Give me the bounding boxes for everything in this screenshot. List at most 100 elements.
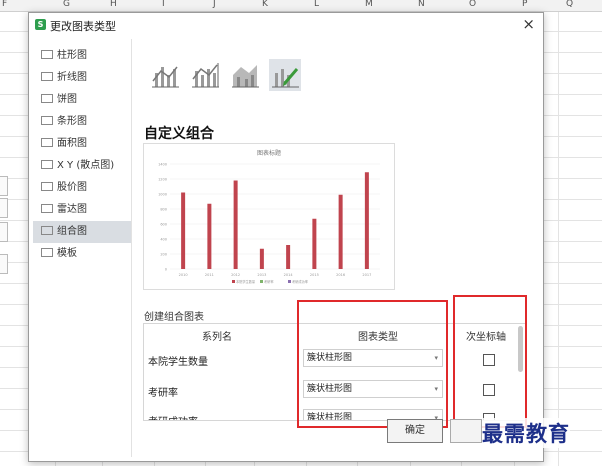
chart-type-item-scatter[interactable]: X Y (散点图) bbox=[33, 155, 131, 177]
chart-type-item-pie[interactable]: 饼图 bbox=[33, 89, 131, 111]
series-name: 考研成功率 bbox=[148, 413, 198, 420]
chart-type-label: 模板 bbox=[57, 248, 77, 259]
scatter-chart-icon bbox=[41, 160, 53, 169]
column-header-k[interactable]: K bbox=[262, 0, 268, 9]
change-chart-type-dialog: S 更改图表类型 × 柱形图折线图饼图条形图面积图 X Y (散点图) 股价图雷达图… bbox=[28, 12, 544, 462]
line-chart-icon bbox=[41, 72, 53, 81]
column-header-n[interactable]: N bbox=[418, 0, 425, 9]
bar bbox=[312, 218, 317, 269]
x-tick-label: 2012 bbox=[231, 273, 240, 277]
legend-label: 考研率 bbox=[264, 279, 274, 284]
chart-type-label: X Y (散点图) bbox=[57, 160, 115, 171]
chart-type-list: 柱形图折线图饼图条形图面积图 X Y (散点图) 股价图雷达图组合图模板 bbox=[33, 39, 132, 457]
dialog-title: 更改图表类型 bbox=[50, 20, 116, 33]
bar bbox=[338, 194, 343, 269]
column-header-row: F G H I J K L M N O P Q bbox=[0, 0, 602, 12]
bar bbox=[259, 248, 264, 269]
legend-label: 考研成功率 bbox=[292, 279, 309, 284]
x-tick-label: 2014 bbox=[284, 273, 294, 277]
chart-type-label: 饼图 bbox=[57, 94, 77, 105]
column-header-j[interactable]: J bbox=[213, 0, 216, 9]
column-header-m[interactable]: M bbox=[365, 0, 373, 9]
column-line-secondary-subtype-icon[interactable] bbox=[189, 59, 221, 91]
side-tab[interactable] bbox=[0, 176, 8, 196]
column-gridline bbox=[558, 0, 559, 466]
bar bbox=[181, 192, 186, 269]
ok-button[interactable]: 确定 bbox=[387, 419, 443, 443]
y-tick-label: 800 bbox=[160, 208, 167, 212]
y-tick-label: 600 bbox=[160, 223, 167, 227]
column-header-p[interactable]: P bbox=[522, 0, 527, 9]
y-tick-label: 1200 bbox=[158, 178, 167, 182]
side-tab[interactable] bbox=[0, 254, 8, 274]
chart-type-item-template[interactable]: 模板 bbox=[33, 243, 131, 265]
series-name: 本院学生数量 bbox=[148, 357, 208, 368]
column-header-l[interactable]: L bbox=[314, 0, 319, 9]
bar-chart-icon bbox=[41, 116, 53, 125]
legend-label: 本院学生数量 bbox=[236, 279, 256, 284]
chart-type-item-column[interactable]: 柱形图 bbox=[33, 45, 131, 67]
dialog-titlebar: S 更改图表类型 × bbox=[29, 13, 543, 37]
series-name: 考研率 bbox=[148, 388, 178, 399]
chart-type-item-bar[interactable]: 条形图 bbox=[33, 111, 131, 133]
column-header-o[interactable]: O bbox=[469, 0, 476, 9]
header-series-name: 系列名 bbox=[202, 332, 232, 343]
custom-combination-subtype-icon[interactable] bbox=[269, 59, 301, 91]
x-tick-label: 2016 bbox=[336, 273, 345, 277]
stacked-area-column-subtype-icon[interactable] bbox=[229, 59, 261, 91]
chart-type-item-line[interactable]: 折线图 bbox=[33, 67, 131, 89]
chart-preview-svg: 图表标题 1400 1200 1000 800 600 400 200 0 2010 2011 201… bbox=[158, 149, 380, 284]
highlight-box-chart-type bbox=[297, 300, 448, 428]
column-header-i[interactable]: I bbox=[162, 0, 165, 9]
app-logo-icon: S bbox=[35, 19, 46, 30]
x-tick-label: 2013 bbox=[257, 273, 266, 277]
section-title: 自定义组合 bbox=[144, 126, 214, 142]
watermark-logo: 最需教育 bbox=[482, 418, 570, 448]
combo-chart-icon bbox=[41, 226, 53, 235]
y-tick-label: 200 bbox=[160, 253, 167, 257]
y-tick-label: 0 bbox=[165, 268, 167, 272]
y-tick-label: 1000 bbox=[158, 193, 167, 197]
close-icon[interactable]: × bbox=[522, 15, 535, 33]
stock-chart-icon bbox=[41, 182, 53, 191]
chart-type-item-stock[interactable]: 股价图 bbox=[33, 177, 131, 199]
legend-swatch bbox=[288, 280, 291, 283]
highlight-box-secondary-axis bbox=[453, 295, 527, 428]
x-tick-label: 2017 bbox=[362, 273, 371, 277]
chart-type-label: 股价图 bbox=[57, 182, 87, 193]
clustered-column-line-subtype-icon[interactable] bbox=[149, 59, 181, 91]
side-tab[interactable] bbox=[0, 198, 8, 218]
y-tick-label: 1400 bbox=[158, 163, 167, 167]
chart-type-item-area[interactable]: 面积图 bbox=[33, 133, 131, 155]
bar bbox=[364, 172, 369, 269]
pie-chart-icon bbox=[41, 94, 53, 103]
column-header-f[interactable]: F bbox=[2, 0, 7, 9]
chart-type-label: 柱形图 bbox=[57, 50, 87, 61]
chart-type-label: 面积图 bbox=[57, 138, 87, 149]
chart-type-item-combo[interactable]: 组合图 bbox=[33, 221, 131, 243]
x-tick-label: 2015 bbox=[310, 273, 319, 277]
legend-swatch bbox=[232, 280, 235, 283]
area-chart-icon bbox=[41, 138, 53, 147]
chart-preview: 图表标题 1400 1200 1000 800 600 400 200 0 2010 2011 201… bbox=[143, 143, 395, 290]
chart-type-item-radar[interactable]: 雷达图 bbox=[33, 199, 131, 221]
main-panel: 自定义组合 图表标题 1400 1200 1000 800 600 400 200 0 2010 2… bbox=[137, 39, 537, 459]
chart-title: 图表标题 bbox=[257, 149, 281, 157]
radar-chart-icon bbox=[41, 204, 53, 213]
side-tab[interactable] bbox=[0, 222, 8, 242]
bar bbox=[207, 203, 212, 269]
template-chart-icon bbox=[41, 248, 53, 257]
chart-type-label: 组合图 bbox=[57, 226, 87, 237]
legend-swatch bbox=[260, 280, 263, 283]
column-chart-icon bbox=[41, 50, 53, 59]
x-tick-label: 2011 bbox=[205, 273, 214, 277]
chart-type-label: 雷达图 bbox=[57, 204, 87, 215]
y-tick-label: 400 bbox=[160, 238, 167, 242]
column-header-h[interactable]: H bbox=[110, 0, 117, 9]
bar bbox=[286, 245, 291, 269]
cancel-button[interactable] bbox=[450, 419, 482, 443]
column-header-g[interactable]: G bbox=[63, 0, 70, 9]
column-header-q[interactable]: Q bbox=[566, 0, 573, 9]
chart-type-label: 条形图 bbox=[57, 116, 87, 127]
create-combo-label: 创建组合图表 bbox=[144, 312, 204, 323]
